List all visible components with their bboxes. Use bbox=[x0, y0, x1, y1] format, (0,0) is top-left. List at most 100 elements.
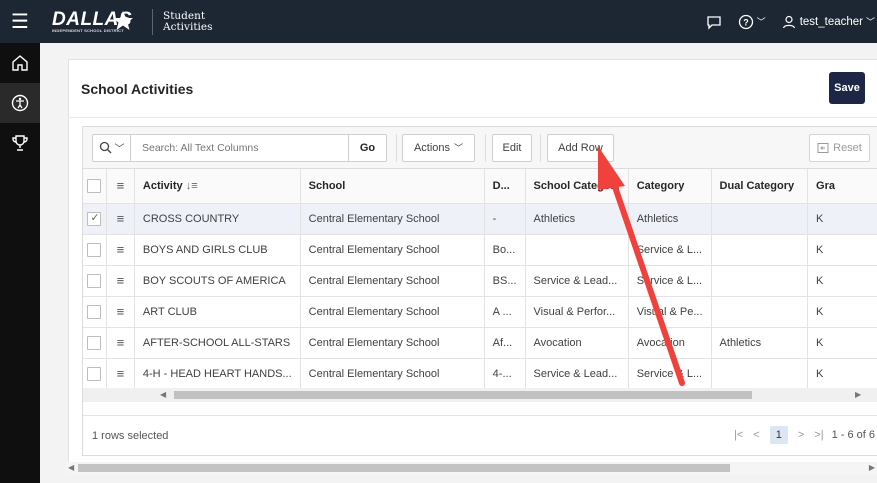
table-row[interactable]: ≡ AFTER-SCHOOL ALL-STARS Central Elementar… bbox=[83, 327, 877, 359]
row-select-checkbox-cell[interactable] bbox=[83, 203, 107, 235]
cell-d[interactable]: - bbox=[484, 203, 526, 235]
row-select-checkbox-cell[interactable] bbox=[83, 296, 107, 328]
cell-school[interactable]: Central Elementary School bbox=[300, 234, 485, 266]
cell-school-category[interactable] bbox=[525, 234, 629, 266]
cell-d[interactable]: BS... bbox=[484, 265, 526, 297]
column-header-school-category[interactable]: School Catego... bbox=[525, 169, 629, 204]
scroll-right-icon[interactable]: ▶ bbox=[869, 462, 875, 474]
row-select-checkbox[interactable] bbox=[87, 211, 102, 226]
row-select-checkbox-cell[interactable] bbox=[83, 358, 107, 390]
next-page-icon[interactable]: > bbox=[798, 429, 804, 441]
row-actions-menu-icon[interactable]: ≡ bbox=[106, 234, 135, 266]
last-page-icon[interactable]: >| bbox=[814, 429, 823, 441]
row-select-checkbox[interactable] bbox=[87, 242, 102, 257]
cell-dual-category[interactable] bbox=[711, 296, 809, 328]
cell-grade[interactable]: K bbox=[807, 327, 877, 359]
row-actions-menu-icon[interactable]: ≡ bbox=[106, 203, 135, 235]
row-actions-menu-icon[interactable]: ≡ bbox=[106, 296, 135, 328]
table-row[interactable]: ≡ 4-H - HEAD HEART HANDS... Central Elemen… bbox=[83, 358, 877, 390]
cell-grade[interactable]: K bbox=[807, 203, 877, 235]
current-page-button[interactable]: 1 bbox=[769, 426, 788, 444]
cell-school[interactable]: Central Elementary School bbox=[300, 327, 485, 359]
cell-d[interactable]: Bo... bbox=[484, 234, 526, 266]
cell-category[interactable]: Service & L... bbox=[628, 234, 712, 266]
app-name[interactable]: Student Activities bbox=[163, 10, 213, 33]
row-select-checkbox[interactable] bbox=[87, 304, 102, 319]
nav-item-trophy[interactable] bbox=[0, 123, 40, 163]
table-row[interactable]: ≡CROSS COUNTRYCentral Elementary School-… bbox=[83, 203, 877, 235]
cell-grade[interactable]: K bbox=[807, 358, 877, 390]
column-header-activity[interactable]: Activity ↓≡ bbox=[134, 169, 301, 204]
header-menu-icon[interactable]: ≡ bbox=[106, 169, 135, 204]
cell-activity[interactable]: BOYS AND GIRLS CLUB bbox=[134, 234, 301, 266]
cell-school-category[interactable]: Service & Lead... bbox=[525, 358, 629, 390]
nav-item-accessibility[interactable] bbox=[0, 83, 40, 123]
grid-scroll-thumb[interactable] bbox=[174, 391, 752, 399]
edit-button[interactable]: Edit bbox=[492, 133, 532, 162]
cell-dual-category[interactable] bbox=[711, 358, 809, 390]
cell-activity[interactable]: 4-H - HEAD HEART HANDS... bbox=[134, 358, 301, 390]
reset-button[interactable]: Reset bbox=[809, 134, 870, 162]
user-menu-button[interactable]: test_teacher ﹀ bbox=[782, 15, 875, 29]
row-actions-menu-icon[interactable]: ≡ bbox=[106, 358, 135, 390]
help-menu-button[interactable]: ? ﹀ bbox=[738, 14, 766, 30]
row-select-checkbox-cell[interactable] bbox=[83, 327, 107, 359]
grid-horizontal-scrollbar[interactable]: ◀ ▶ bbox=[83, 388, 877, 402]
row-select-checkbox[interactable] bbox=[87, 335, 102, 350]
row-select-checkbox[interactable] bbox=[87, 273, 102, 288]
cell-grade[interactable]: K bbox=[807, 296, 877, 328]
select-all-checkbox-cell[interactable] bbox=[83, 169, 107, 204]
cell-dual-category[interactable] bbox=[711, 203, 809, 235]
go-button[interactable]: Go bbox=[348, 134, 386, 161]
select-all-checkbox[interactable] bbox=[87, 178, 102, 193]
cell-activity[interactable]: CROSS COUNTRY bbox=[134, 203, 301, 235]
cell-activity[interactable]: ART CLUB bbox=[134, 296, 301, 328]
previous-page-icon[interactable]: < bbox=[753, 429, 759, 441]
cell-school[interactable]: Central Elementary School bbox=[300, 265, 485, 297]
save-button[interactable]: Save bbox=[829, 72, 865, 104]
actions-menu-button[interactable]: Actions ﹀ bbox=[402, 133, 475, 162]
search-column-menu-button[interactable]: ﹀ bbox=[93, 134, 131, 161]
chat-icon[interactable] bbox=[706, 14, 722, 30]
page-scroll-thumb[interactable] bbox=[78, 464, 730, 472]
cell-school-category[interactable]: Visual & Perfor... bbox=[525, 296, 629, 328]
row-select-checkbox-cell[interactable] bbox=[83, 265, 107, 297]
page-horizontal-scrollbar[interactable]: ◀ ▶ bbox=[66, 462, 877, 474]
row-actions-menu-icon[interactable]: ≡ bbox=[106, 265, 135, 297]
cell-school[interactable]: Central Elementary School bbox=[300, 296, 485, 328]
cell-grade[interactable]: K bbox=[807, 234, 877, 266]
scroll-left-icon[interactable]: ◀ bbox=[68, 462, 74, 474]
cell-d[interactable]: 4-... bbox=[484, 358, 526, 390]
cell-category[interactable]: Service & L... bbox=[628, 358, 712, 390]
cell-dual-category[interactable]: Athletics bbox=[711, 327, 809, 359]
search-input[interactable] bbox=[131, 134, 348, 161]
column-header-school[interactable]: School bbox=[300, 169, 485, 204]
table-row[interactable]: ≡ ART CLUB Central Elementary School A ... V… bbox=[83, 296, 877, 328]
cell-school[interactable]: Central Elementary School bbox=[300, 203, 485, 235]
nav-item-home[interactable] bbox=[0, 43, 40, 83]
cell-dual-category[interactable] bbox=[711, 234, 809, 266]
row-select-checkbox-cell[interactable] bbox=[83, 234, 107, 266]
cell-grade[interactable]: K bbox=[807, 265, 877, 297]
cell-category[interactable]: Visual & Pe... bbox=[628, 296, 712, 328]
column-header-grade[interactable]: Gra bbox=[807, 169, 877, 204]
scroll-right-icon[interactable]: ▶ bbox=[855, 388, 861, 402]
table-row[interactable]: ≡ BOYS AND GIRLS CLUB Central Elementary S… bbox=[83, 234, 877, 266]
column-header-d[interactable]: D... bbox=[484, 169, 526, 204]
scroll-left-icon[interactable]: ◀ bbox=[160, 388, 166, 402]
cell-d[interactable]: A ... bbox=[484, 296, 526, 328]
cell-activity[interactable]: BOY SCOUTS OF AMERICA bbox=[134, 265, 301, 297]
table-row[interactable]: ≡ BOY SCOUTS OF AMERICA Central Elementary… bbox=[83, 265, 877, 297]
first-page-icon[interactable]: |< bbox=[734, 429, 743, 441]
cell-category[interactable]: Service & L... bbox=[628, 265, 712, 297]
column-header-dual-category[interactable]: Dual Category bbox=[711, 169, 809, 204]
add-row-button[interactable]: Add Row bbox=[547, 133, 614, 162]
cell-school[interactable]: Central Elementary School bbox=[300, 358, 485, 390]
hamburger-menu-icon[interactable]: ☰ bbox=[0, 0, 40, 43]
cell-school-category[interactable]: Avocation bbox=[525, 327, 629, 359]
cell-activity[interactable]: AFTER-SCHOOL ALL-STARS bbox=[134, 327, 301, 359]
column-header-category[interactable]: Category bbox=[628, 169, 712, 204]
row-select-checkbox[interactable] bbox=[87, 366, 102, 381]
cell-school-category[interactable]: Athletics bbox=[525, 203, 629, 235]
cell-category[interactable]: Avocation bbox=[628, 327, 712, 359]
